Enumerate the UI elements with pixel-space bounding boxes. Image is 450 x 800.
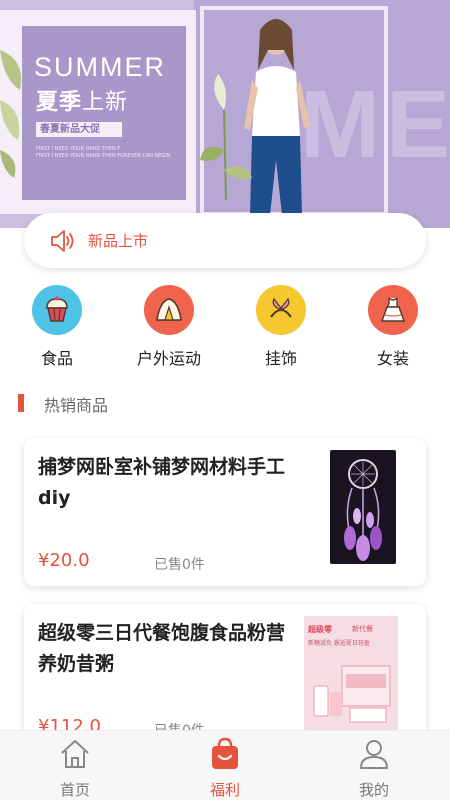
product-card[interactable]: 捕梦网卧室补铺梦网材料手工diy ¥20.0 已售0件 xyxy=(24,438,426,586)
tab-label: 福利 xyxy=(209,781,240,799)
category-row: 食品 户外运动 挂饰 女装 xyxy=(0,285,450,375)
shopping-bag-icon xyxy=(212,737,238,769)
notice-text: 新品上市 xyxy=(88,232,149,250)
section-accent-bar xyxy=(18,394,24,412)
promo-banner[interactable]: MER SUMMER 夏季上新 春夏新品大促 FIRST I NEED YOUR… xyxy=(0,0,450,228)
product-image xyxy=(330,450,396,564)
category-label: 户外运动 xyxy=(136,349,201,368)
banner-headline-cn: 夏季上新 xyxy=(36,84,128,116)
product-image: 超级零 新代餐 断糖减负 邂逅夏日轻盈 xyxy=(304,616,398,730)
category-label: 女装 xyxy=(376,349,409,368)
section-title: 热销商品 xyxy=(44,396,109,415)
banner-headline-en: SUMMER xyxy=(34,52,166,82)
thumb-brand: 超级零 xyxy=(308,625,332,634)
bottom-tab-bar: 首页 福利 我的 xyxy=(0,730,450,800)
tab-label: 我的 xyxy=(358,781,389,799)
tent-icon xyxy=(144,285,194,335)
tab-welfare[interactable]: 福利 xyxy=(175,737,275,800)
banner-small-text: FIRST I NEED YOUR HAND THEN F FIRST I NE… xyxy=(36,146,186,160)
banner-leaf-left xyxy=(0,50,22,178)
category-accessories[interactable]: 挂饰 xyxy=(231,285,331,369)
dress-icon xyxy=(368,285,418,335)
cupcake-icon xyxy=(32,285,82,335)
banner-headline-cn-bold: 夏季 xyxy=(36,90,83,115)
banner-headline-cn-thin: 上新 xyxy=(82,90,129,115)
category-label: 挂饰 xyxy=(264,349,297,368)
ribbon-headband-icon xyxy=(256,285,306,335)
banner-promo-tag: 春夏新品大促 xyxy=(36,122,122,137)
tab-label: 首页 xyxy=(59,781,90,799)
product-price: ¥20.0 xyxy=(38,550,90,571)
home-icon xyxy=(61,740,89,768)
tab-profile[interactable]: 我的 xyxy=(324,737,424,800)
user-icon xyxy=(360,740,388,769)
category-outdoor[interactable]: 户外运动 xyxy=(119,285,219,369)
tab-home[interactable]: 首页 xyxy=(25,737,125,800)
banner-small-text-2: FIRST I NEED YOUR HAND THEN FOREVER CAN … xyxy=(36,153,171,159)
product-name: 捕梦网卧室补铺梦网材料手工diy xyxy=(38,456,286,509)
notice-bar[interactable]: 新品上市 xyxy=(24,213,426,268)
category-label: 食品 xyxy=(40,349,73,368)
banner-flower-right xyxy=(200,74,252,200)
category-food[interactable]: 食品 xyxy=(7,285,107,369)
product-sold-count: 已售0件 xyxy=(154,557,205,573)
product-name: 超级零三日代餐饱腹食品粉营养奶昔粥 xyxy=(38,622,286,675)
banner-small-text-1: FIRST I NEED YOUR HAND THEN F xyxy=(36,146,121,152)
thumb-sub: 新代餐 xyxy=(352,625,373,633)
category-womenswear[interactable]: 女装 xyxy=(343,285,443,369)
speaker-icon xyxy=(51,230,74,252)
thumb-tagline: 断糖减负 邂逅夏日轻盈 xyxy=(308,640,370,647)
